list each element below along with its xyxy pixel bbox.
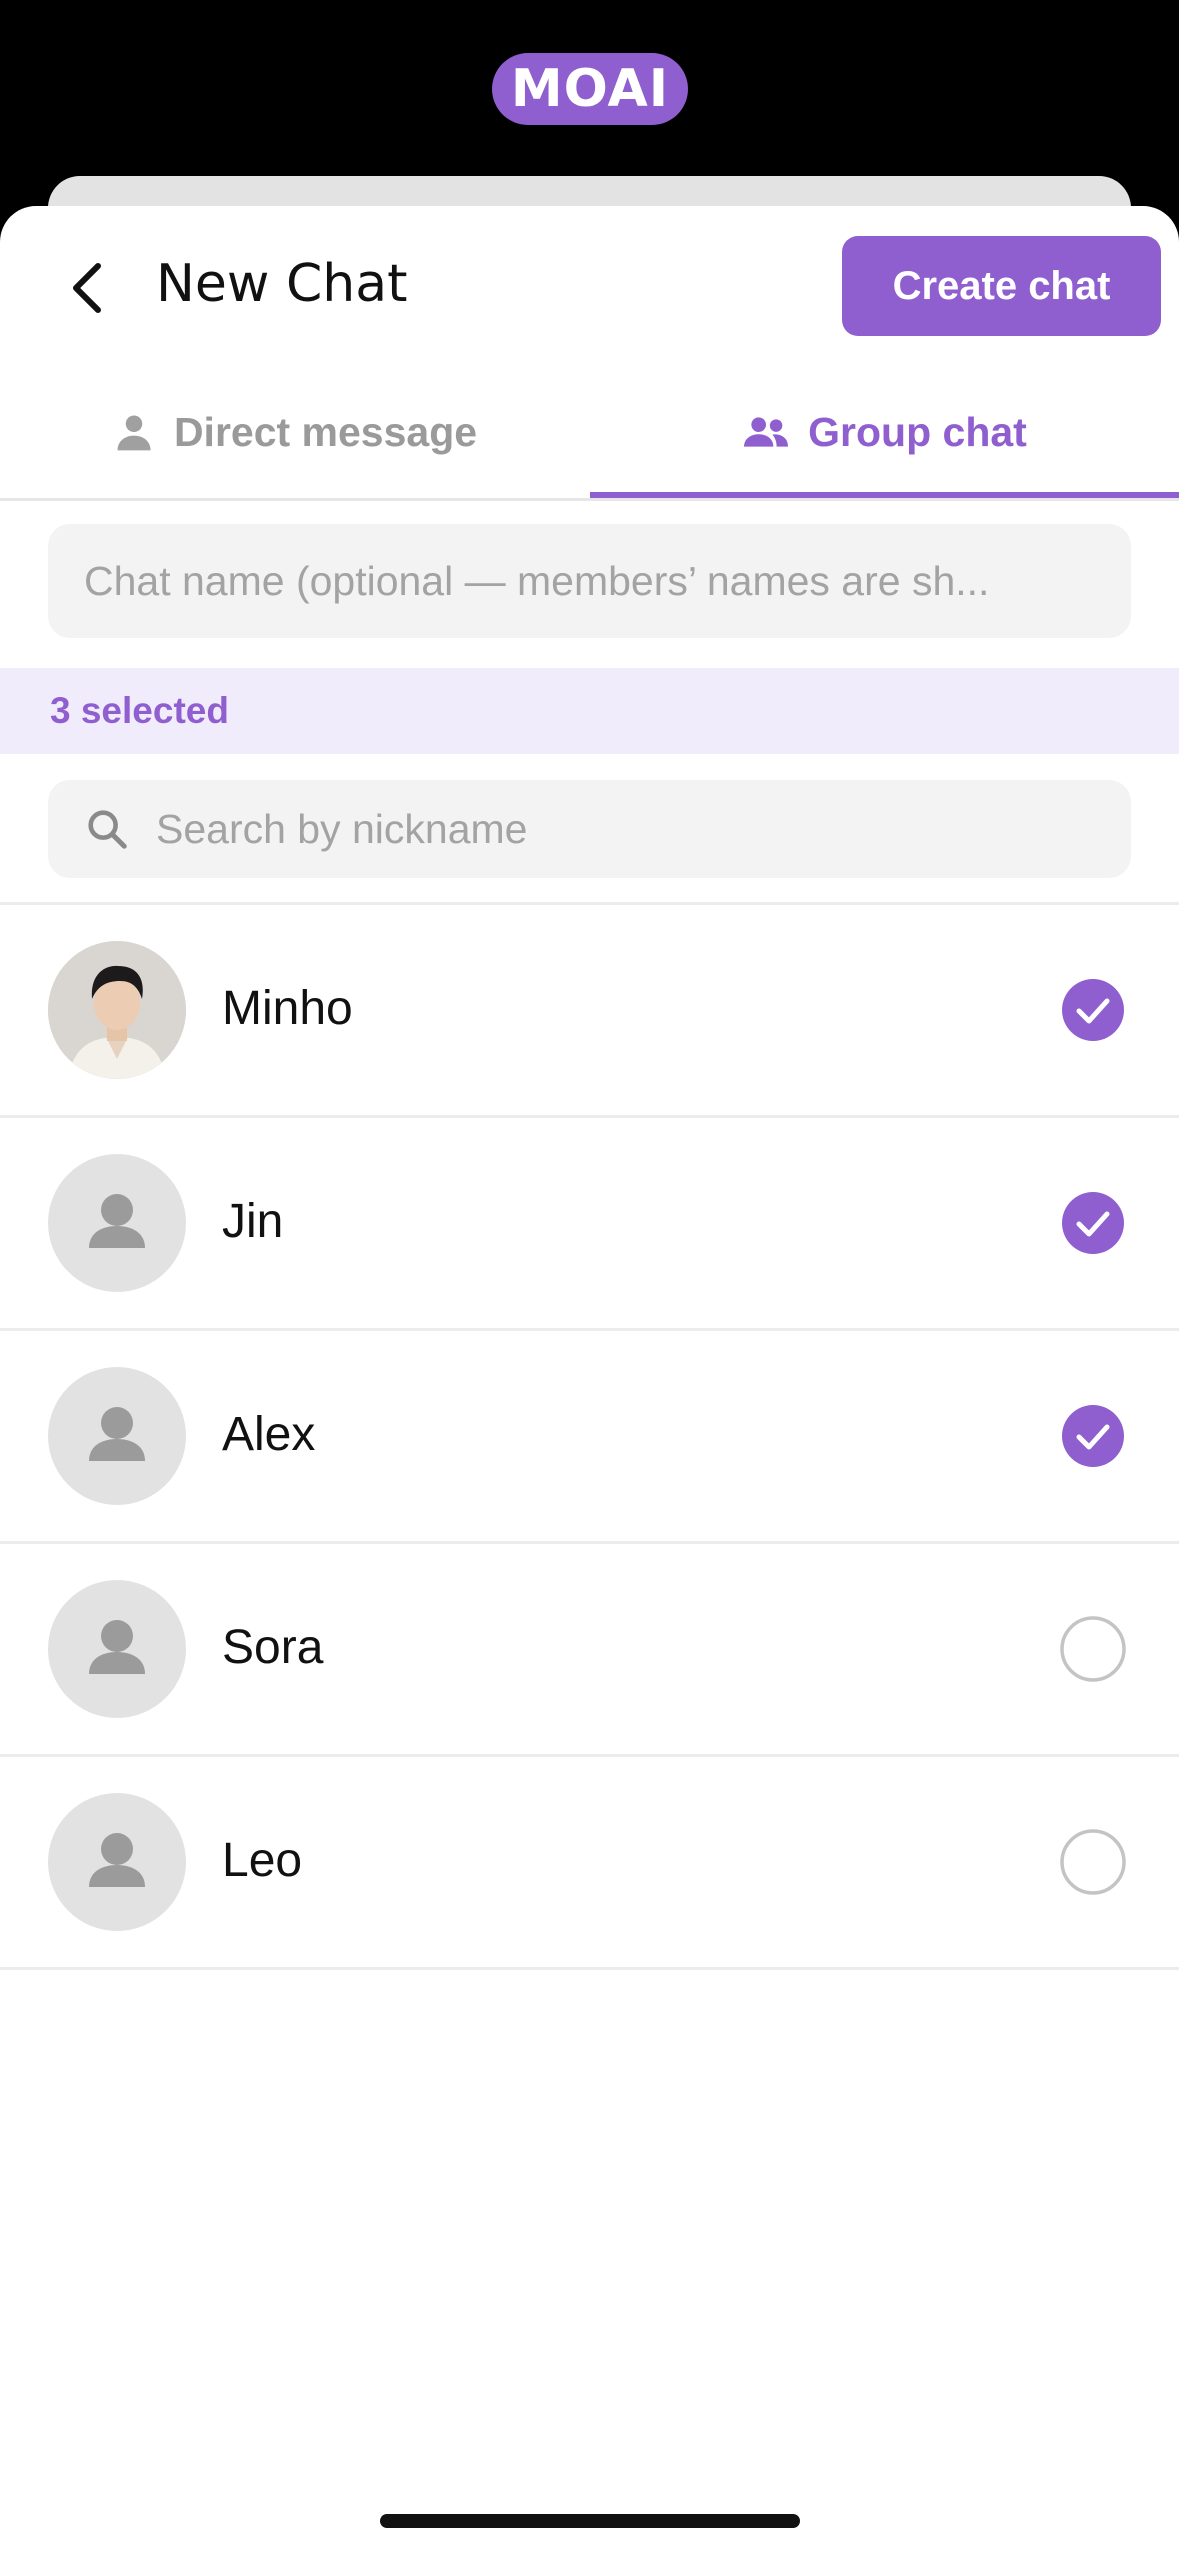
people-icon — [744, 417, 789, 447]
home-indicator[interactable] — [380, 2514, 800, 2528]
contact-name: Jin — [222, 1195, 284, 1248]
avatar — [48, 1154, 186, 1292]
checked-circle-icon[interactable] — [1060, 977, 1126, 1043]
avatar — [48, 941, 186, 1079]
search-input[interactable] — [156, 780, 1096, 878]
checked-circle-icon[interactable] — [1060, 1403, 1126, 1469]
list-item[interactable]: Jin — [0, 1118, 1179, 1331]
contact-name: Sora — [222, 1621, 324, 1674]
create-chat-button[interactable]: Create chat — [842, 236, 1161, 336]
default-person-icon — [89, 1620, 145, 1674]
app-brand-logo: MOAI — [492, 53, 688, 125]
avatar — [48, 1367, 186, 1505]
person-icon — [117, 415, 151, 451]
checked-circle-icon[interactable] — [1060, 1190, 1126, 1256]
default-person-icon — [89, 1194, 145, 1248]
active-tab-indicator — [590, 492, 1179, 498]
search-icon — [88, 810, 127, 849]
unchecked-circle-icon[interactable] — [1060, 1829, 1126, 1895]
tab-label: Group chat — [808, 408, 1027, 455]
new-chat-sheet: New Chat Create chat Direct message Grou… — [0, 206, 1179, 2556]
tab-label: Direct message — [173, 408, 478, 455]
avatar — [48, 1580, 186, 1718]
avatar — [48, 1793, 186, 1931]
list-item[interactable]: Minho — [0, 905, 1179, 1118]
chat-type-tabs: Direct message Group chat — [0, 366, 1179, 501]
chevron-left-icon — [73, 263, 101, 313]
selection-count-bar: 3 selected — [0, 668, 1179, 754]
default-person-icon — [89, 1407, 145, 1461]
contact-name: Leo — [222, 1834, 303, 1887]
contact-name: Alex — [222, 1408, 316, 1461]
list-item[interactable]: Leo — [0, 1757, 1179, 1970]
selected-count: 3 selected — [50, 690, 229, 731]
back-button[interactable] — [56, 258, 116, 318]
page-title: New Chat — [156, 254, 408, 314]
list-item[interactable]: Alex — [0, 1331, 1179, 1544]
header: New Chat Create chat — [0, 206, 1179, 366]
unchecked-circle-icon[interactable] — [1060, 1616, 1126, 1682]
chat-name-input[interactable] — [48, 524, 1131, 638]
tab-group-chat[interactable]: Group chat — [590, 366, 1179, 498]
list-item[interactable]: Sora — [0, 1544, 1179, 1757]
search-box[interactable] — [48, 780, 1131, 878]
contact-name: Minho — [222, 982, 353, 1035]
tab-direct-message[interactable]: Direct message — [0, 366, 589, 498]
profile-photo — [48, 941, 186, 1079]
default-person-icon — [89, 1833, 145, 1887]
